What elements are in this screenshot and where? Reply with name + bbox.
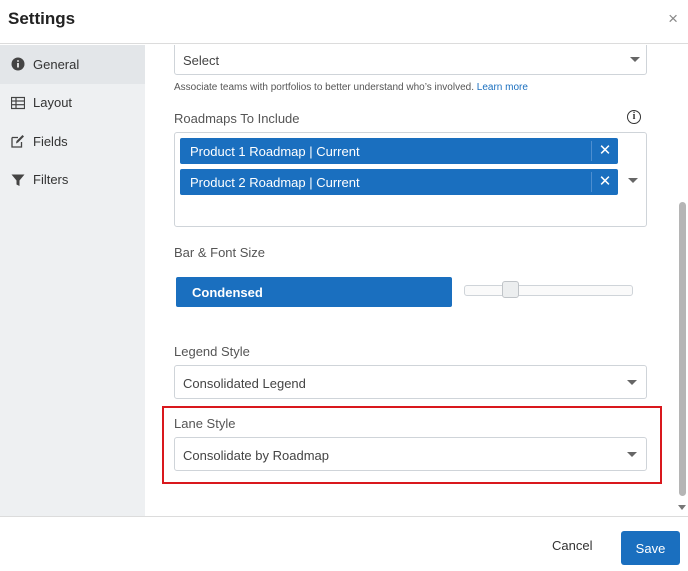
chevron-down-icon: [630, 57, 640, 62]
sidebar-item-label: General: [33, 56, 80, 72]
teams-helper-text: Associate teams with portfolios to bette…: [174, 82, 528, 93]
teams-select-value: Select: [183, 53, 220, 68]
size-slider-track[interactable]: [464, 285, 633, 296]
size-slider-handle[interactable]: [502, 281, 519, 298]
legend-style-select[interactable]: Consolidated Legend: [174, 365, 647, 399]
roadmaps-label: Roadmaps To Include: [174, 111, 300, 126]
teams-select[interactable]: Select: [174, 45, 647, 75]
lane-style-select[interactable]: Consolidate by Roadmap: [174, 437, 647, 471]
sidebar-item-fields[interactable]: Fields: [0, 122, 145, 161]
chevron-down-icon: [627, 452, 637, 457]
settings-content: Select Associate teams with portfolios t…: [145, 45, 688, 516]
lane-style-label: Lane Style: [174, 416, 236, 431]
dialog-footer: Cancel Save: [0, 516, 688, 571]
remove-chip-icon[interactable]: ✕: [592, 169, 618, 195]
save-button[interactable]: Save: [621, 531, 680, 565]
cancel-button[interactable]: Cancel: [552, 538, 592, 553]
sidebar-item-label: Filters: [33, 172, 69, 188]
info-icon[interactable]: i: [627, 110, 641, 124]
legend-style-value: Consolidated Legend: [183, 376, 306, 391]
scroll-down-icon[interactable]: [678, 505, 686, 510]
roadmap-chip: Product 1 Roadmap | Current ✕: [180, 138, 618, 164]
table-grid-icon: [11, 96, 25, 110]
dialog-header: Settings ×: [0, 0, 688, 44]
lane-style-value: Consolidate by Roadmap: [183, 448, 329, 463]
roadmap-chip-label: Product 1 Roadmap | Current: [190, 144, 360, 159]
legend-style-label: Legend Style: [174, 344, 250, 359]
remove-chip-icon[interactable]: ✕: [592, 138, 618, 164]
scrollbar-thumb[interactable]: [679, 202, 686, 496]
condensed-button[interactable]: Condensed: [176, 277, 452, 307]
roadmap-chip: Product 2 Roadmap | Current ✕: [180, 169, 618, 195]
sidebar-item-filters[interactable]: Filters: [0, 161, 145, 200]
scrollbar[interactable]: [676, 45, 688, 516]
sidebar-item-general[interactable]: General: [0, 45, 145, 84]
settings-sidebar: General Layout Fields Filters: [0, 45, 145, 516]
learn-more-link[interactable]: Learn more: [477, 82, 528, 93]
edit-icon: [11, 134, 25, 148]
sidebar-item-label: Fields: [33, 133, 68, 149]
sidebar-item-label: Layout: [33, 95, 73, 111]
funnel-icon: [11, 173, 25, 187]
dialog-title: Settings: [8, 9, 76, 28]
sidebar-item-layout[interactable]: Layout: [0, 84, 145, 123]
close-icon[interactable]: ×: [668, 9, 678, 29]
roadmap-chip-label: Product 2 Roadmap | Current: [190, 175, 360, 190]
chevron-down-icon: [628, 178, 638, 183]
bar-font-size-label: Bar & Font Size: [174, 245, 266, 260]
info-circle-icon: [11, 57, 25, 71]
chevron-down-icon: [627, 380, 637, 385]
